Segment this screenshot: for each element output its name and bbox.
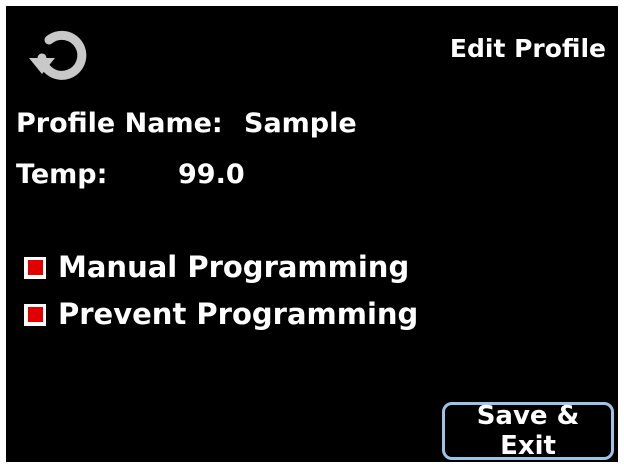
refresh-icon xyxy=(29,30,87,80)
edit-profile-screen: Edit Profile Profile Name: Sample Temp: … xyxy=(6,6,618,462)
prevent-programming-checkbox[interactable] xyxy=(24,303,46,326)
temp-label: Temp: xyxy=(16,159,108,190)
save-exit-button[interactable]: Save & Exit xyxy=(442,401,614,461)
device-frame: Edit Profile Profile Name: Sample Temp: … xyxy=(0,0,624,468)
prevent-programming-label: Prevent Programming xyxy=(58,297,419,331)
back-button[interactable] xyxy=(22,24,100,88)
manual-programming-option[interactable]: Manual Programming xyxy=(24,253,409,282)
temp-value[interactable]: 99.0 xyxy=(178,161,245,188)
manual-programming-label: Manual Programming xyxy=(58,250,410,284)
prevent-programming-option[interactable]: Prevent Programming xyxy=(24,300,418,329)
profile-name-value[interactable]: Sample xyxy=(244,110,357,137)
page-title: Edit Profile xyxy=(449,34,606,63)
profile-name-label: Profile Name: xyxy=(16,108,223,139)
manual-programming-checkbox[interactable] xyxy=(24,256,46,279)
